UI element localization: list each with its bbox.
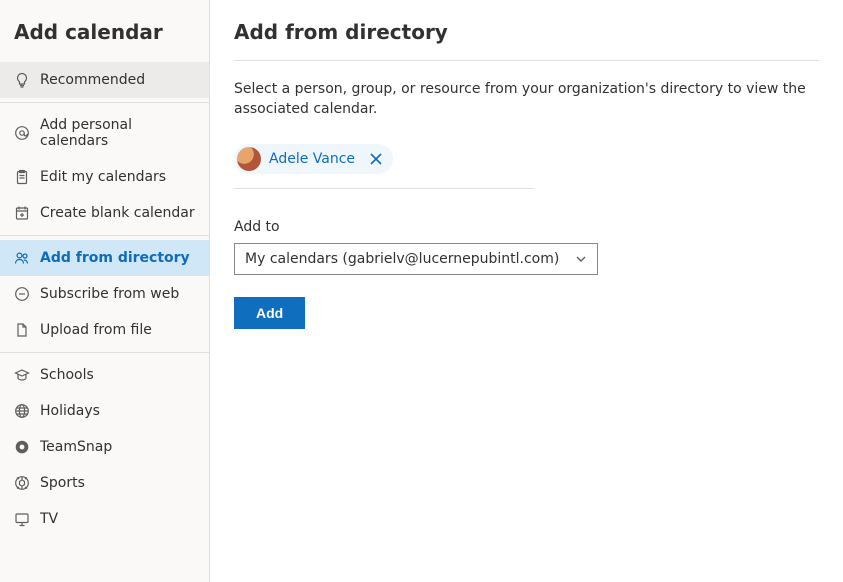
sidebar-item-label: TV bbox=[40, 511, 58, 527]
add-to-value: My calendars (gabrielv@lucernepubintl.co… bbox=[245, 251, 559, 267]
chevron-down-icon bbox=[575, 253, 587, 265]
add-button[interactable]: Add bbox=[234, 297, 305, 329]
sidebar-item-edit-my-calendars[interactable]: Edit my calendars bbox=[0, 159, 209, 195]
page-title: Add from directory bbox=[234, 20, 819, 44]
teamsnap-icon bbox=[14, 439, 30, 455]
sidebar-item-label: Create blank calendar bbox=[40, 205, 195, 221]
globe-minus-icon bbox=[14, 286, 30, 302]
add-to-label: Add to bbox=[234, 219, 819, 235]
person-chip: Adele Vance bbox=[234, 144, 393, 174]
sidebar-item-label: Upload from file bbox=[40, 322, 152, 338]
file-icon bbox=[14, 322, 30, 338]
sidebar-item-label: TeamSnap bbox=[40, 439, 112, 455]
sidebar-item-label: Edit my calendars bbox=[40, 169, 166, 185]
nav-divider bbox=[0, 352, 209, 353]
sidebar-item-add-from-directory[interactable]: Add from directory bbox=[0, 240, 209, 276]
sidebar-item-label: Add personal calendars bbox=[40, 117, 195, 149]
sidebar-item-label: Holidays bbox=[40, 403, 100, 419]
people-icon bbox=[14, 250, 30, 266]
main-content: Add from directory Select a person, grou… bbox=[210, 0, 843, 582]
person-chip-name: Adele Vance bbox=[269, 151, 355, 167]
globe-icon bbox=[14, 403, 30, 419]
sidebar-item-subscribe-from-web[interactable]: Subscribe from web bbox=[0, 276, 209, 312]
sidebar-item-create-blank-calendar[interactable]: Create blank calendar bbox=[0, 195, 209, 231]
clipboard-icon bbox=[14, 169, 30, 185]
sports-icon bbox=[14, 475, 30, 491]
tv-icon bbox=[14, 511, 30, 527]
remove-person-button[interactable] bbox=[367, 150, 385, 168]
sidebar-item-label: Subscribe from web bbox=[40, 286, 179, 302]
sidebar-item-label: Schools bbox=[40, 367, 94, 383]
sidebar-item-label: Recommended bbox=[40, 72, 145, 88]
close-icon bbox=[370, 153, 382, 165]
sidebar-item-sports[interactable]: Sports bbox=[0, 465, 209, 501]
sidebar-item-teamsnap[interactable]: TeamSnap bbox=[0, 429, 209, 465]
divider bbox=[234, 60, 819, 61]
avatar bbox=[237, 147, 261, 171]
sidebar-item-label: Sports bbox=[40, 475, 85, 491]
calendar-plus-icon bbox=[14, 205, 30, 221]
lightbulb-icon bbox=[14, 72, 30, 88]
sidebar-item-holidays[interactable]: Holidays bbox=[0, 393, 209, 429]
sidebar-title: Add calendar bbox=[0, 0, 209, 62]
sidebar-item-schools[interactable]: Schools bbox=[0, 357, 209, 393]
sidebar-item-tv[interactable]: TV bbox=[0, 501, 209, 537]
nav-divider bbox=[0, 235, 209, 236]
grad-cap-icon bbox=[14, 367, 30, 383]
page-description: Select a person, group, or resource from… bbox=[234, 79, 814, 120]
sidebar-item-label: Add from directory bbox=[40, 250, 190, 266]
people-picker[interactable]: Adele Vance bbox=[234, 144, 534, 189]
add-to-select[interactable]: My calendars (gabrielv@lucernepubintl.co… bbox=[234, 243, 598, 275]
sidebar: Add calendar Recommended Add personal cal… bbox=[0, 0, 210, 582]
sidebar-item-recommended[interactable]: Recommended bbox=[0, 62, 209, 98]
sidebar-item-add-personal-calendars[interactable]: Add personal calendars bbox=[0, 107, 209, 159]
at-sign-icon bbox=[14, 125, 30, 141]
sidebar-item-upload-from-file[interactable]: Upload from file bbox=[0, 312, 209, 348]
nav-divider bbox=[0, 102, 209, 103]
